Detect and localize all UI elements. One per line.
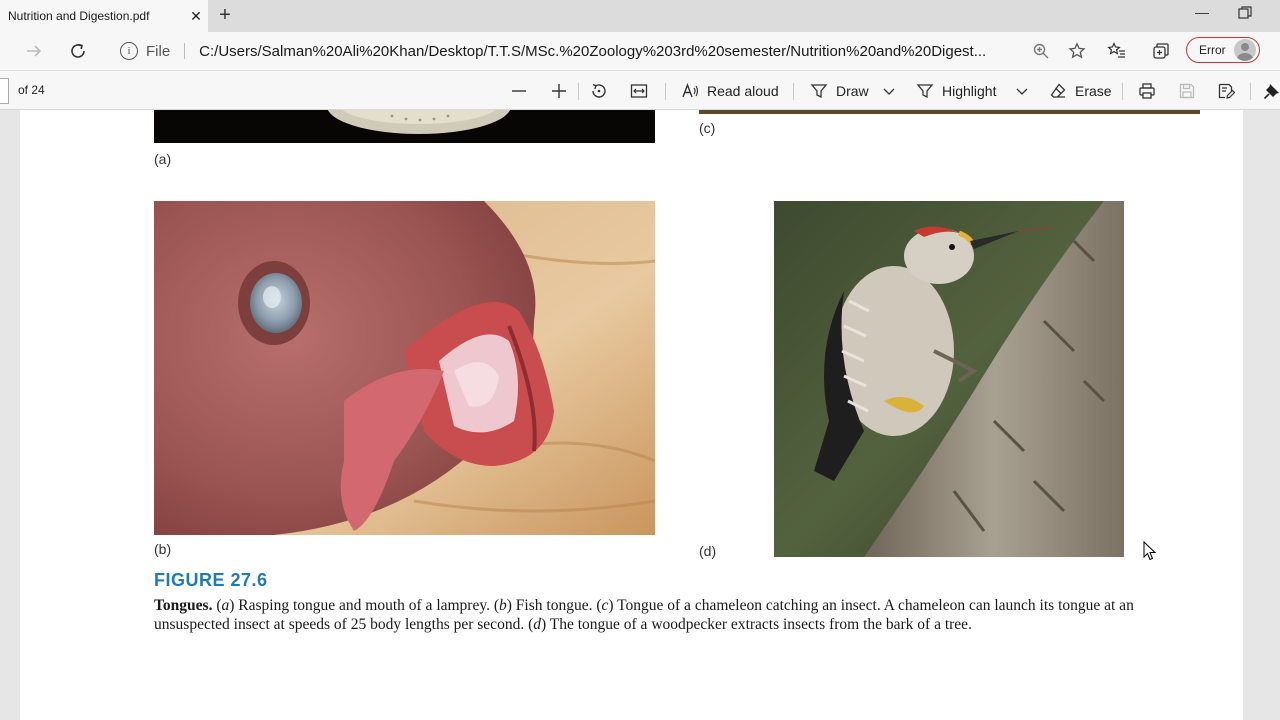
highlight-icon (916, 82, 934, 100)
caption-c: (c) (699, 120, 716, 136)
file-label: File (146, 42, 171, 60)
address-separator (184, 43, 186, 59)
read-aloud-button[interactable]: Read aloud (681, 79, 779, 103)
highlight-options-button[interactable] (1010, 79, 1034, 103)
pdf-toolbar: of 24 Read aloud Draw Highlight Erase (0, 70, 1280, 110)
caption-letter: b (499, 597, 507, 614)
zoom-icon[interactable] (1028, 38, 1054, 64)
save-icon (1179, 83, 1195, 99)
toolbar-separator (1250, 83, 1251, 100)
caption-text: ) The tongue of a woodpecker extracts in… (540, 616, 972, 633)
tab-title: Nutrition and Digestion.pdf (8, 9, 150, 23)
browser-tab[interactable]: Nutrition and Digestion.pdf ✕ (0, 0, 208, 32)
title-bar: Nutrition and Digestion.pdf ✕ + — (0, 0, 1280, 32)
toolbar-separator (578, 83, 579, 100)
toolbar-separator (1122, 83, 1123, 100)
chevron-down-icon (1016, 88, 1028, 95)
print-icon (1139, 83, 1155, 99)
read-aloud-icon (681, 82, 699, 100)
figure-caption: Tongues. (a) Rasping tongue and mouth of… (154, 596, 1194, 634)
draw-icon (810, 82, 828, 100)
erase-label: Erase (1075, 83, 1112, 99)
new-tab-button[interactable]: + (214, 4, 236, 26)
caption-title: Tongues. (154, 597, 213, 614)
read-aloud-label: Read aloud (707, 83, 779, 99)
restore-window-button[interactable] (1238, 6, 1256, 24)
address-bar[interactable]: i File C:/Users/Salman%20Ali%20Khan/Desk… (110, 36, 1090, 66)
pin-icon (1263, 84, 1279, 100)
save-as-icon (1218, 83, 1235, 99)
eraser-icon (1049, 82, 1067, 100)
caption-a: (a) (154, 151, 172, 167)
draw-options-button[interactable] (877, 79, 901, 103)
mouse-cursor-icon (1143, 541, 1157, 561)
erase-button[interactable]: Erase (1049, 79, 1112, 103)
pdf-viewport[interactable]: (a) (c) (b) (d) FIGURE 27.6 Tongues. (a)… (0, 110, 1280, 720)
pin-toolbar-button[interactable] (1260, 79, 1280, 103)
restore-icon (1238, 6, 1252, 19)
arrow-right-icon (27, 45, 42, 57)
draw-label: Draw (836, 83, 869, 99)
caption-text: ( (212, 597, 222, 614)
save-as-button[interactable] (1214, 79, 1238, 103)
rotate-icon (592, 83, 606, 98)
caption-text: ) Rasping tongue and mouth of a lamprey.… (229, 597, 500, 614)
zoom-in-button[interactable] (547, 79, 571, 103)
url-text[interactable]: C:/Users/Salman%20Ali%20Khan/Desktop/T.T… (199, 43, 1018, 60)
profile-error-button[interactable]: Error (1186, 37, 1260, 63)
pdf-page: (a) (c) (b) (d) FIGURE 27.6 Tongues. (a)… (20, 110, 1243, 720)
highlight-label: Highlight (942, 83, 997, 99)
highlight-button[interactable]: Highlight (916, 79, 996, 103)
toolbar-separator (665, 83, 666, 100)
minimize-button[interactable]: — (1192, 4, 1212, 24)
page-number-input[interactable] (0, 78, 9, 104)
save-button[interactable] (1175, 79, 1199, 103)
zoom-out-button[interactable] (507, 79, 531, 103)
tab-close-icon[interactable]: ✕ (184, 8, 208, 25)
draw-button[interactable]: Draw (810, 79, 869, 103)
figure-image-d-woodpecker (774, 201, 1124, 557)
rotate-button[interactable] (587, 79, 611, 103)
star-icon[interactable] (1064, 38, 1090, 64)
toolbar-separator (793, 83, 794, 100)
caption-letter: d (533, 616, 541, 633)
refresh-button[interactable] (66, 39, 90, 63)
caption-b: (b) (154, 541, 172, 557)
info-icon[interactable]: i (120, 42, 138, 60)
collections-icon[interactable] (1149, 39, 1173, 63)
chevron-down-icon (883, 88, 895, 95)
caption-text: ) Fish tongue. ( (506, 597, 602, 614)
favorites-list-icon[interactable] (1105, 39, 1129, 63)
caption-d: (d) (699, 543, 717, 559)
fit-width-icon (630, 84, 648, 98)
minus-icon (512, 90, 526, 92)
figure-number: FIGURE 27.6 (154, 570, 268, 590)
print-button[interactable] (1135, 79, 1159, 103)
page-count: of 24 (18, 83, 45, 97)
refresh-icon (71, 43, 85, 58)
avatar (1233, 39, 1256, 61)
profile-label: Error (1199, 43, 1226, 57)
figure-image-c (699, 110, 1200, 114)
address-bar-row: i File C:/Users/Salman%20Ali%20Khan/Desk… (0, 32, 1280, 70)
fit-page-button[interactable] (627, 79, 651, 103)
plus-icon (552, 84, 566, 98)
figure-image-b-fish (154, 201, 655, 535)
forward-button[interactable] (22, 39, 46, 63)
figure-image-a (154, 110, 655, 143)
